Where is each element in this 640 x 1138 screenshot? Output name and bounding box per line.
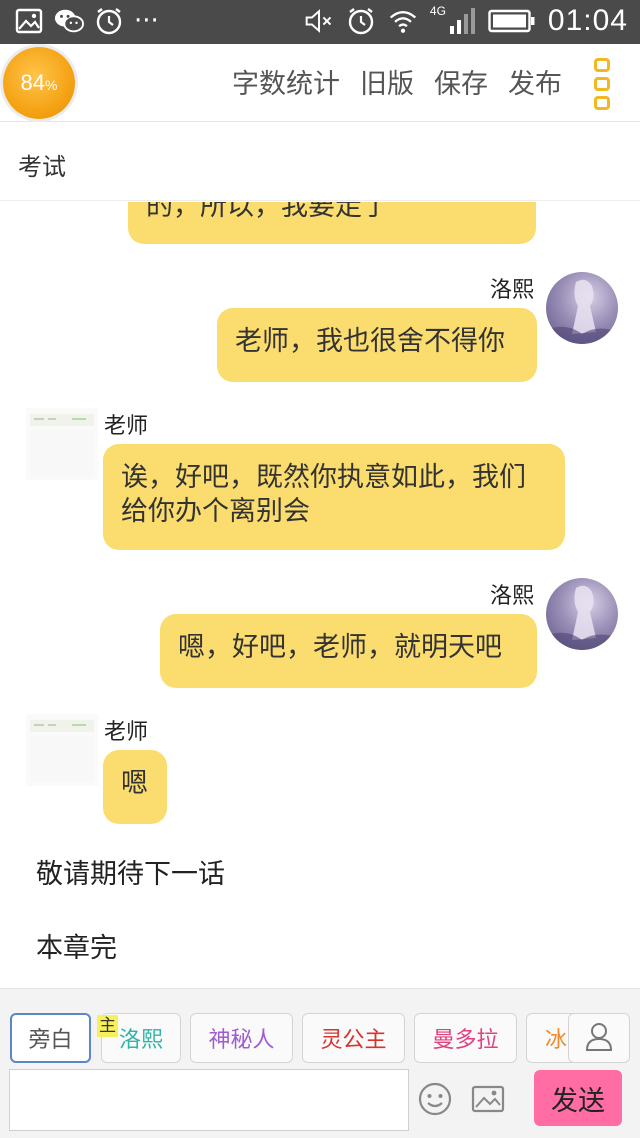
message-input[interactable] xyxy=(9,1069,409,1131)
chapter-title[interactable]: 考试 xyxy=(18,147,66,182)
emoji-icon[interactable] xyxy=(417,1081,453,1117)
role-chip-mandora[interactable]: 曼多拉 xyxy=(414,1013,517,1063)
app-screen: ··· 4G 01:04 84% 字数统计 旧版 保存 发布 考试 的，所以，我… xyxy=(0,0,640,1138)
progress-percent: 84% xyxy=(20,70,58,95)
mute-icon xyxy=(304,6,334,36)
message-text: 老师，我也很舍不得你 xyxy=(235,326,505,357)
message-bubble[interactable]: 诶，好吧，既然你执意如此，我们 给你办个离别会 xyxy=(103,444,565,550)
message-text: 嗯，好吧，老师，就明天吧 xyxy=(178,632,502,663)
message-text-line: 给你办个离别会 xyxy=(121,496,310,527)
narration-text[interactable]: 敬请期待下一话 xyxy=(36,852,225,891)
message-bubble[interactable]: 老师，我也很舍不得你 xyxy=(217,308,537,382)
status-left-icons: ··· xyxy=(14,6,159,36)
message-bubble[interactable]: 的，所以，我要走了 xyxy=(128,202,536,244)
composer-bar: 旁白 洛熙 神秘人 灵公主 曼多拉 冰 主 发送 xyxy=(0,988,640,1138)
sender-name: 老师 xyxy=(104,720,149,745)
wechat-icon xyxy=(54,6,84,36)
word-count-button[interactable]: 字数统计 xyxy=(232,62,340,101)
message-text-line: 诶，好吧，既然你执意如此，我们 xyxy=(121,462,526,493)
role-chip-spirit-princess[interactable]: 灵公主 xyxy=(302,1013,405,1063)
role-chip-label: 灵公主 xyxy=(320,1028,387,1053)
chat-area[interactable]: 的，所以，我要走了 洛熙 老师，我也很舍不得你 老师 诶，好吧，既然你执意如此，… xyxy=(0,202,640,988)
old-version-button[interactable]: 旧版 xyxy=(360,62,414,101)
role-chip-label: 洛熙 xyxy=(118,1028,163,1053)
message-bubble[interactable]: 嗯，好吧，老师，就明天吧 xyxy=(160,614,537,688)
status-bar: ··· 4G 01:04 xyxy=(0,0,640,44)
person-icon xyxy=(585,1021,613,1055)
sender-name: 老师 xyxy=(104,414,149,439)
narration-text[interactable]: 本章完 xyxy=(36,926,117,965)
add-role-button[interactable] xyxy=(568,1013,630,1063)
toolbar-actions: 字数统计 旧版 保存 发布 xyxy=(232,62,562,101)
image-upload-icon[interactable] xyxy=(470,1081,506,1117)
role-chip-label: 旁白 xyxy=(28,1028,73,1053)
wifi-icon xyxy=(388,6,418,36)
publish-button[interactable]: 发布 xyxy=(508,62,562,101)
message-bubble[interactable]: 嗯 xyxy=(103,750,167,824)
network-type-label: 4G xyxy=(429,4,446,18)
role-selector: 旁白 洛熙 神秘人 灵公主 曼多拉 冰 xyxy=(0,1013,640,1063)
editor-toolbar: 84% 字数统计 旧版 保存 发布 xyxy=(0,44,640,122)
role-chip-mystery[interactable]: 神秘人 xyxy=(190,1013,293,1063)
more-menu-icon[interactable] xyxy=(594,58,614,110)
send-button[interactable]: 发送 xyxy=(534,1070,622,1126)
avatar[interactable] xyxy=(26,408,98,480)
role-chip-label: 神秘人 xyxy=(208,1028,275,1053)
more-dots-icon: ··· xyxy=(134,6,159,36)
protagonist-badge: 主 xyxy=(97,1015,118,1037)
avatar[interactable] xyxy=(546,272,618,344)
role-chip-label: 冰 xyxy=(545,1028,568,1053)
clock: 01:04 xyxy=(547,4,628,37)
avatar[interactable] xyxy=(26,714,98,786)
role-chip-label: 曼多拉 xyxy=(432,1028,499,1053)
battery-icon xyxy=(488,6,536,36)
sender-name: 洛熙 xyxy=(490,584,535,609)
signal-icon: 4G xyxy=(429,4,476,36)
role-chip-narrator[interactable]: 旁白 xyxy=(10,1013,91,1063)
sender-name: 洛熙 xyxy=(490,278,535,303)
status-right-icons: 4G 01:04 xyxy=(304,4,628,38)
chapter-header: 考试 xyxy=(0,123,640,201)
completion-progress-badge[interactable]: 84% xyxy=(3,47,75,119)
save-button[interactable]: 保存 xyxy=(434,62,488,101)
avatar[interactable] xyxy=(546,578,618,650)
alarm-icon xyxy=(346,6,376,36)
alarm-icon xyxy=(94,6,124,36)
image-icon xyxy=(14,6,44,36)
message-text: 的，所以，我要走了 xyxy=(146,202,389,222)
message-text: 嗯 xyxy=(121,768,148,799)
